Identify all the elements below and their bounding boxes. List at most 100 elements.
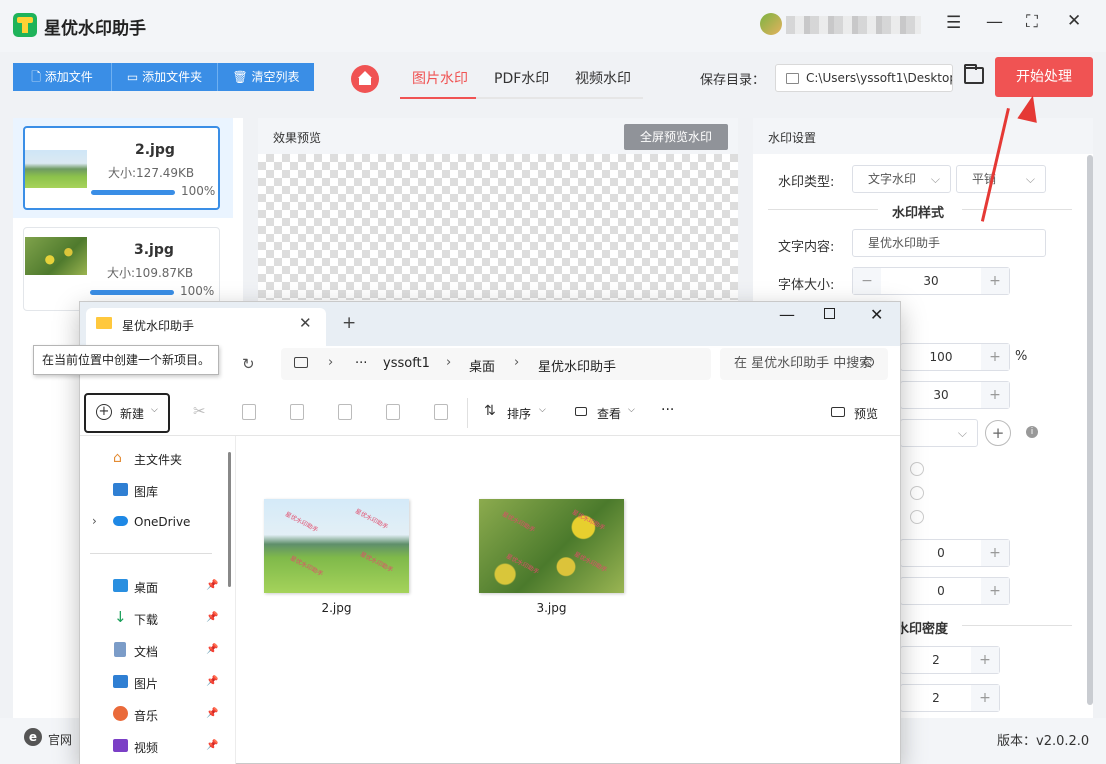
breadcrumb-item[interactable]: yssoft1 [383,356,430,371]
font-size-label: 字体大小: [778,278,835,293]
view-button[interactable]: 查看 [597,405,621,422]
file-card[interactable]: 2.jpg 大小:127.49KB 100% [23,126,220,210]
breadcrumb[interactable] [281,348,711,380]
copy-icon[interactable] [242,404,256,420]
increment-icon[interactable]: + [971,647,999,673]
watermark-type-select[interactable]: 文字水印 ⌵ [852,165,951,193]
tab-pdf-watermark[interactable]: PDF水印 [494,68,549,88]
add-icon[interactable]: + [985,420,1011,446]
divider [962,209,1072,210]
sort-icon[interactable]: ⇅ [484,403,496,419]
pin-icon[interactable]: 📌 [206,612,218,623]
home-icon[interactable] [351,65,379,93]
chevron-right-icon[interactable]: › [92,514,97,528]
cut-icon[interactable]: ✂ [193,402,206,420]
watermark-text: 星优水印助手 [353,507,390,531]
nav-item-onedrive[interactable]: OneDrive [134,515,190,529]
file-name: 3.jpg [134,242,174,258]
settings-sliders-icon[interactable]: ☰ [946,13,961,33]
text-content-input[interactable]: 星优水印助手 [852,229,1046,257]
maximize-icon[interactable] [824,308,835,319]
breadcrumb-more[interactable]: ··· [355,356,367,371]
view-icon[interactable] [575,407,587,416]
increment-icon[interactable]: + [981,382,1009,408]
nav-item-downloads[interactable]: 下载 [134,611,158,628]
radio-option[interactable] [910,486,924,500]
file-name[interactable]: 3.jpg [479,601,624,615]
fullscreen-preview-button[interactable]: 全屏预览水印 [624,124,728,150]
refresh-icon[interactable]: ↻ [242,355,255,373]
new-tab-icon[interactable]: + [342,313,356,333]
close-icon[interactable]: ✕ [870,305,883,324]
nav-item-music[interactable]: 音乐 [134,707,158,724]
close-tab-icon[interactable]: ✕ [299,314,312,332]
nav-item-home[interactable]: 主文件夹 [134,451,182,468]
offset-x-stepper[interactable]: 0 + [900,539,1010,567]
sort-button[interactable]: 排序 [507,405,531,422]
density-y-stepper[interactable]: 2 + [900,684,1000,712]
start-processing-button[interactable]: 开始处理 [995,57,1093,97]
website-icon[interactable]: e [24,728,42,746]
pin-icon[interactable]: 📌 [206,644,218,655]
file-name[interactable]: 2.jpg [264,601,409,615]
decrement-icon[interactable]: − [853,268,881,294]
nav-item-gallery[interactable]: 图库 [134,483,158,500]
progress-percent: 100% [181,184,216,198]
nav-item-desktop[interactable]: 桌面 [134,579,158,596]
user-avatar[interactable] [760,13,782,35]
website-link[interactable]: 官网 [48,731,72,748]
add-folder-button[interactable]: ▭ 添加文件夹 [112,63,217,91]
pin-icon[interactable]: 📌 [206,676,218,687]
preview-pane-icon[interactable] [831,407,845,417]
file-card[interactable]: 3.jpg 大小:109.87KB 100% [23,227,220,311]
increment-icon[interactable]: + [981,268,1009,294]
file-thumbnail[interactable]: 星优水印助手 星优水印助手 星优水印助手 星优水印助手 [264,499,409,593]
gallery-icon [113,483,128,496]
radio-option[interactable] [910,462,924,476]
nav-scrollbar[interactable] [228,452,231,587]
progress-bar [90,290,174,295]
tab-image-watermark[interactable]: 图片水印 [412,68,468,88]
search-icon[interactable] [864,357,874,367]
nav-item-pictures[interactable]: 图片 [134,675,158,692]
rotation-stepper[interactable]: 30 + [900,381,1010,409]
file-thumbnail[interactable]: 星优水印助手 星优水印助手 星优水印助手 星优水印助手 [479,499,624,593]
opacity-stepper[interactable]: 100 + [900,343,1010,371]
increment-icon[interactable]: + [981,540,1009,566]
save-dir-input[interactable]: C:\Users\yssoft1\Desktop [775,64,953,92]
clear-list-button[interactable]: 🗑 清空列表 [218,63,314,91]
increment-icon[interactable]: + [981,344,1009,370]
settings-scrollbar[interactable] [1087,155,1093,705]
pin-icon[interactable]: 📌 [206,708,218,719]
open-folder-icon[interactable] [964,64,984,84]
breadcrumb-item[interactable]: 星优水印助手 [538,356,616,375]
pin-icon[interactable]: 📌 [206,580,218,591]
density-x-stepper[interactable]: 2 + [900,646,1000,674]
increment-icon[interactable]: + [981,578,1009,604]
font-size-stepper[interactable]: − 30 + [852,267,1010,295]
add-file-button[interactable]: 🗋 添加文件 [13,63,111,91]
explorer-search-input[interactable]: 在 星优水印助手 中搜索 [720,348,888,380]
pin-icon[interactable]: 📌 [206,740,218,751]
maximize-icon[interactable]: ⛶ [1026,12,1038,32]
share-icon[interactable] [386,404,400,420]
increment-icon[interactable]: + [971,685,999,711]
delete-icon[interactable] [434,404,448,420]
density-y-value: 2 [932,691,940,705]
preview-pane-button[interactable]: 预览 [854,405,878,422]
layout-select[interactable]: 平铺 ⌵ [956,165,1046,193]
nav-item-videos[interactable]: 视频 [134,739,158,756]
tab-video-watermark[interactable]: 视频水印 [575,68,631,88]
more-options-icon[interactable]: ··· [661,402,674,418]
radio-option[interactable] [910,510,924,524]
close-icon[interactable]: ✕ [1067,11,1081,31]
minimize-icon[interactable]: — [986,12,1003,32]
color-select[interactable]: ⌵ [900,419,978,447]
computer-icon[interactable] [294,357,308,368]
rename-icon[interactable] [338,404,352,420]
nav-item-documents[interactable]: 文档 [134,643,158,660]
paste-icon[interactable] [290,404,304,420]
breadcrumb-item[interactable]: 桌面 [469,356,495,375]
offset-y-stepper[interactable]: 0 + [900,577,1010,605]
minimize-icon[interactable]: — [779,305,795,324]
